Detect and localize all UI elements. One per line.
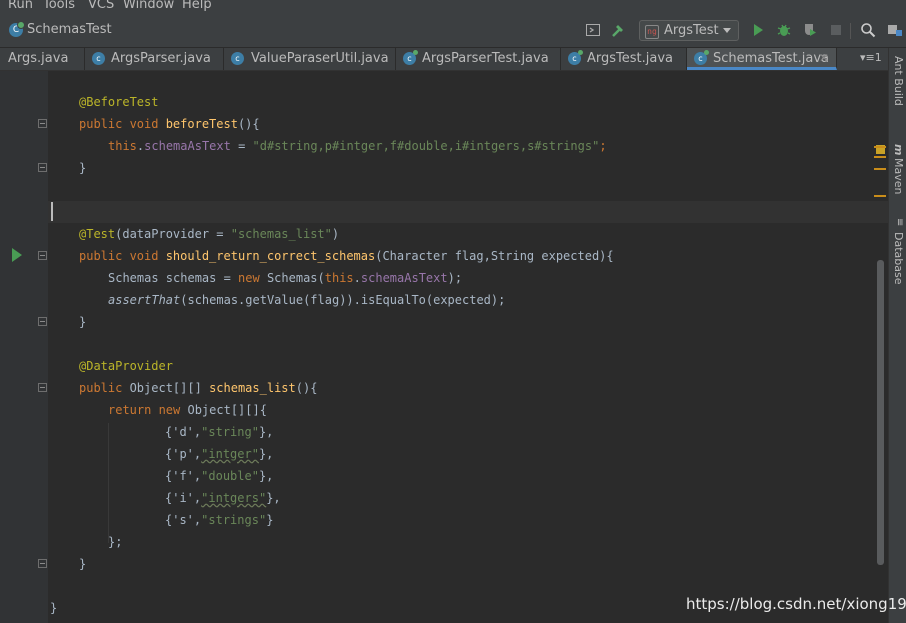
code-line: }; <box>108 535 123 549</box>
breadcrumb-class[interactable]: SchemasTest <box>27 22 112 37</box>
current-line-highlight <box>48 201 888 223</box>
tab-schemastest-java[interactable]: c SchemasTest.java ✕ <box>687 48 837 70</box>
code-line: {'f',"double"}, <box>165 469 274 483</box>
fold-marker[interactable] <box>38 251 47 260</box>
chevron-down-icon <box>723 28 731 33</box>
run-configuration-select[interactable]: ng ArgsTest <box>639 20 739 41</box>
tab-overflow-menu[interactable]: ▾≡1 <box>860 51 882 64</box>
search-icon[interactable] <box>860 22 876 38</box>
text-caret <box>51 202 53 221</box>
class-icon: c <box>92 52 105 65</box>
menu-vcs[interactable]: VCS <box>88 0 114 12</box>
project-structure-icon[interactable] <box>887 22 903 38</box>
navigation-bar: C SchemasTest ng ArgsTest <box>0 14 906 48</box>
menu-window[interactable]: Window <box>123 0 174 12</box>
stop-icon[interactable] <box>828 22 844 38</box>
menu-run[interactable]: Run <box>8 0 33 12</box>
code-line: {'i',"intgers"}, <box>165 491 281 505</box>
code-line: {'p',"intger"}, <box>165 447 274 461</box>
run-configuration-label: ArgsTest <box>664 23 719 38</box>
code-line: public void should_return_correct_schema… <box>79 249 614 263</box>
menu-tools[interactable]: Tools <box>43 0 75 12</box>
code-editor[interactable]: @BeforeTest public void beforeTest(){ th… <box>0 71 888 623</box>
tab-argstest-java[interactable]: c ArgsTest.java <box>561 48 687 70</box>
code-line: Schemas schemas = new Schemas(this.schem… <box>108 271 463 285</box>
code-line: {'s',"strings"} <box>165 513 274 527</box>
code-line: @Test(dataProvider = "schemas_list") <box>79 227 340 241</box>
test-class-icon: c <box>694 50 709 65</box>
database-icon: ≡ <box>894 218 905 227</box>
fold-marker[interactable] <box>38 163 47 172</box>
close-icon[interactable]: ✕ <box>819 51 829 65</box>
code-line: {'d',"string"}, <box>165 425 274 439</box>
tab-label: ArgsParser.java <box>111 51 211 66</box>
code-line: } <box>50 601 58 615</box>
config-icon: ng <box>645 25 659 39</box>
code-line: @DataProvider <box>79 359 173 373</box>
tab-args-java[interactable]: Args.java <box>0 48 85 70</box>
code-line: @BeforeTest <box>79 95 159 109</box>
test-class-icon: c <box>568 50 583 65</box>
test-class-icon: c <box>403 50 418 65</box>
menu-help[interactable]: Help <box>182 0 212 12</box>
run-with-coverage-icon[interactable] <box>802 22 818 38</box>
tab-argsparsertest-java[interactable]: c ArgsParserTest.java <box>396 48 561 70</box>
code-line: return new Object[][]{ <box>108 403 267 417</box>
run-icon[interactable] <box>750 22 766 38</box>
fold-marker[interactable] <box>38 317 47 326</box>
editor-gutter[interactable] <box>0 71 48 623</box>
code-line: } <box>79 557 87 571</box>
tool-window-maven[interactable]: Maven <box>891 158 905 194</box>
tab-label: SchemasTest.java <box>713 51 830 66</box>
run-test-gutter-icon[interactable] <box>12 248 22 262</box>
code-line: assertThat(schemas.getValue(flag)).isEqu… <box>108 293 506 307</box>
code-line: } <box>79 315 87 329</box>
toolbar-divider <box>850 23 851 39</box>
class-icon: c <box>231 52 244 65</box>
tool-window-ant-build[interactable]: Ant Build <box>891 56 905 106</box>
fold-marker[interactable] <box>38 119 47 128</box>
tab-valueparaserutil-java[interactable]: c ValueParaserUtil.java <box>224 48 396 70</box>
warning-stripe[interactable] <box>874 156 886 158</box>
vertical-scrollbar[interactable] <box>877 260 884 565</box>
code-line: } <box>79 161 87 175</box>
build-hammer-icon[interactable] <box>610 22 626 38</box>
tab-argsparser-java[interactable]: c ArgsParser.java <box>85 48 224 70</box>
maven-icon: m <box>892 144 905 156</box>
tab-label: Args.java <box>8 51 69 66</box>
test-class-icon: C <box>9 21 25 37</box>
editor-tabs: Args.java c ArgsParser.java c ValueParas… <box>0 48 888 71</box>
code-line: public void beforeTest(){ <box>79 117 260 131</box>
watermark: https://blog.csdn.net/xiong191 <box>686 595 906 613</box>
tab-label: ValueParaserUtil.java <box>251 51 389 66</box>
debug-icon[interactable] <box>776 22 792 38</box>
warning-stripe[interactable] <box>874 168 886 170</box>
terminal-icon[interactable] <box>585 22 601 38</box>
tab-label: ArgsParserTest.java <box>422 51 549 66</box>
code-line: public Object[][] schemas_list(){ <box>79 381 318 395</box>
right-tool-window-bar: Ant Build m Maven ≡ Database <box>888 48 906 623</box>
indent-guide <box>108 423 109 543</box>
warning-stripe[interactable] <box>874 195 886 197</box>
fold-marker[interactable] <box>38 559 47 568</box>
menu-bar: Run Tools VCS Window Help <box>0 0 906 14</box>
code-line: this.schemaAsText = "d#string,p#intger,f… <box>108 139 607 153</box>
warning-stripe[interactable] <box>874 146 886 148</box>
tool-window-database[interactable]: Database <box>891 232 905 285</box>
tab-label: ArgsTest.java <box>587 51 674 66</box>
fold-marker[interactable] <box>38 383 47 392</box>
